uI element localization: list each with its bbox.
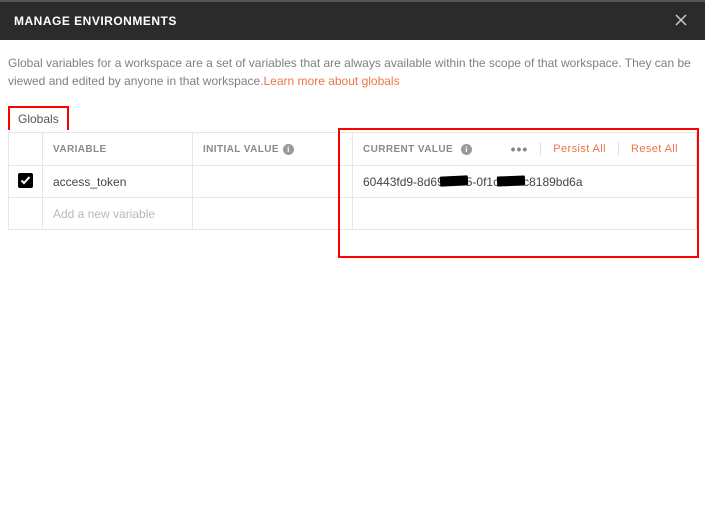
- globals-table: VARIABLE INITIAL VALUE i CURRENT VALUE i: [8, 132, 697, 230]
- info-icon[interactable]: i: [461, 144, 472, 155]
- titlebar: MANAGE ENVIRONMENTS: [0, 0, 705, 40]
- current-value-cell[interactable]: 60443fd9-8d695-0f1cc8189bd6a: [353, 166, 697, 198]
- initial-value-cell[interactable]: [193, 166, 353, 198]
- redaction-mark: [440, 176, 468, 187]
- col-header-current-value: CURRENT VALUE i ••• Persist All Reset Al…: [353, 133, 697, 166]
- col-header-checkbox: [9, 133, 43, 166]
- info-icon[interactable]: i: [283, 144, 294, 155]
- redaction-mark: [497, 176, 525, 187]
- tab-globals[interactable]: Globals: [8, 106, 69, 130]
- table-row[interactable]: access_token 60443fd9-8d695-0f1cc8189bd6…: [9, 166, 697, 198]
- persist-all-button[interactable]: Persist All: [545, 143, 614, 155]
- separator: [618, 142, 619, 156]
- dialog-title: MANAGE ENVIRONMENTS: [14, 14, 177, 28]
- checkbox-checked-icon[interactable]: [18, 173, 33, 188]
- tab-row: Globals: [8, 104, 697, 128]
- reset-all-button[interactable]: Reset All: [623, 143, 686, 155]
- more-actions-icon[interactable]: •••: [503, 141, 537, 157]
- globals-table-wrapper: VARIABLE INITIAL VALUE i CURRENT VALUE i: [8, 132, 697, 230]
- col-header-initial-value: INITIAL VALUE i: [193, 133, 353, 166]
- current-value-cell[interactable]: [353, 198, 697, 230]
- row-checkbox-cell: [9, 198, 43, 230]
- variable-name-cell[interactable]: access_token: [43, 166, 193, 198]
- close-icon[interactable]: [671, 11, 691, 32]
- col-header-variable: VARIABLE: [43, 133, 193, 166]
- table-row-new[interactable]: Add a new variable: [9, 198, 697, 230]
- description-text: Global variables for a workspace are a s…: [8, 54, 697, 90]
- row-checkbox-cell[interactable]: [9, 166, 43, 198]
- initial-value-cell[interactable]: [193, 198, 353, 230]
- dialog-content: Global variables for a workspace are a s…: [0, 40, 705, 238]
- add-variable-placeholder[interactable]: Add a new variable: [43, 198, 193, 230]
- learn-more-link[interactable]: Learn more about globals: [264, 74, 400, 88]
- separator: [540, 142, 541, 156]
